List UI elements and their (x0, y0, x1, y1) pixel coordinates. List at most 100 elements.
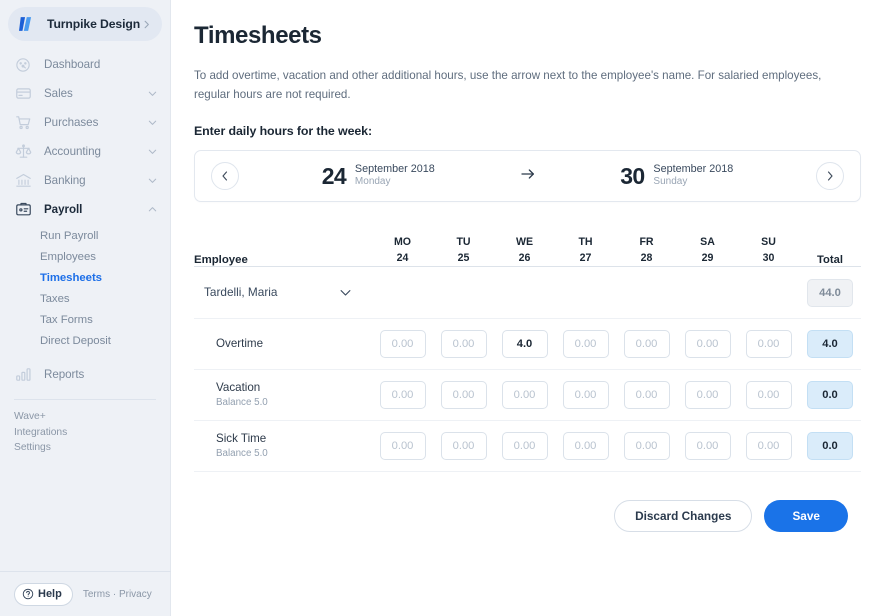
employee-total-value: 44.0 (807, 278, 853, 307)
row-label-cell: Sick Time Balance 5.0 (194, 420, 372, 472)
sidebar-item-accounting[interactable]: Accounting (0, 137, 170, 166)
hours-cell-sa (677, 318, 738, 370)
sidebar-item-payroll[interactable]: Payroll (0, 195, 170, 224)
hours-cell-tu (433, 369, 494, 421)
timesheet-row-sick-time: Sick Time Balance 5.0 0.0 (194, 420, 861, 472)
hours-input-overtime-sa[interactable] (684, 330, 731, 358)
hours-input-vacation-we[interactable] (501, 381, 548, 409)
hours-input-vacation-mo[interactable] (379, 381, 426, 409)
hours-input-vacation-tu[interactable] (440, 381, 487, 409)
hours-input-overtime-we[interactable] (501, 330, 548, 358)
row-label: Sick Time (216, 432, 267, 445)
hours-input-overtime-tu[interactable] (440, 330, 487, 358)
chevron-down-icon[interactable] (338, 285, 353, 300)
save-button[interactable]: Save (764, 500, 848, 532)
hours-input-overtime-mo[interactable] (379, 330, 426, 358)
hours-input-vacation-th[interactable] (562, 381, 609, 409)
brand-switcher[interactable]: Turnpike Design (8, 7, 162, 41)
hours-cell-we (494, 318, 555, 370)
hours-input-sick-th[interactable] (562, 432, 609, 460)
hours-cell-we (494, 369, 555, 421)
day-name: TH (578, 236, 593, 248)
sidebar-label: Dashboard (44, 58, 101, 71)
chevron-down-icon[interactable] (147, 88, 158, 99)
help-button[interactable]: Help (14, 582, 73, 606)
hours-input-vacation-fr[interactable] (623, 381, 670, 409)
hours-input-vacation-su[interactable] (745, 381, 792, 409)
sidebar-item-tax-forms[interactable]: Tax Forms (0, 309, 170, 330)
sidebar-item-run-payroll[interactable]: Run Payroll (0, 225, 170, 246)
sidebar-item-dashboard[interactable]: Dashboard (0, 50, 170, 79)
sidebar-item-reports[interactable]: Reports (0, 360, 170, 389)
app-root: Turnpike Design Dashboard Sales Purchase… (0, 0, 879, 616)
row-label: Overtime (216, 337, 264, 350)
hours-input-overtime-fr[interactable] (623, 330, 670, 358)
hours-input-sick-sa[interactable] (684, 432, 731, 460)
page-description: To add overtime, vacation and other addi… (194, 69, 822, 101)
hours-cell-fr (616, 420, 677, 472)
hours-cell-fr (616, 369, 677, 421)
column-header-employee: Employee (194, 234, 372, 267)
day-name: FR (639, 236, 654, 248)
hours-input-sick-mo[interactable] (379, 432, 426, 460)
hours-cell-mo (372, 318, 433, 370)
hours-input-sick-tu[interactable] (440, 432, 487, 460)
main-content: Timesheets To add overtime, vacation and… (171, 0, 879, 616)
employee-empty-cell-tu (433, 266, 494, 319)
sidebar-item-purchases[interactable]: Purchases (0, 108, 170, 137)
question-circle-icon (22, 588, 34, 600)
chevron-down-icon[interactable] (147, 146, 158, 157)
timesheet-table: Employee MO 24 TU 25 WE 26 TH 27 FR 28 S… (194, 234, 861, 472)
hours-cell-th (555, 318, 616, 370)
bank-icon (14, 172, 32, 190)
sidebar-item-employees[interactable]: Employees (0, 246, 170, 267)
chevron-up-icon[interactable] (147, 204, 158, 215)
sidebar-item-banking[interactable]: Banking (0, 166, 170, 195)
sidebar-sublabel: Taxes (40, 292, 70, 305)
day-name: SA (700, 236, 715, 248)
terms-privacy-link[interactable]: Terms · Privacy (83, 589, 152, 600)
sidebar-sublabel: Tax Forms (40, 313, 93, 326)
employee-name-cell: Tardelli, Maria (194, 266, 372, 319)
hours-cell-sa (677, 369, 738, 421)
arrow-right-icon (518, 166, 538, 187)
employee-empty-cell-sa (677, 266, 738, 319)
sidebar-sublabel: Timesheets (40, 271, 102, 284)
sidebar-sublabel: Direct Deposit (40, 334, 111, 347)
hours-input-sick-su[interactable] (745, 432, 792, 460)
hours-cell-th (555, 420, 616, 472)
next-week-button[interactable] (816, 162, 844, 190)
sidebar-item-settings[interactable]: Settings (14, 440, 170, 456)
hours-input-overtime-su[interactable] (745, 330, 792, 358)
sidebar-item-direct-deposit[interactable]: Direct Deposit (0, 330, 170, 351)
dashboard-gauge-icon (14, 56, 32, 74)
hours-input-overtime-th[interactable] (562, 330, 609, 358)
column-header-fr: FR 28 (616, 234, 677, 267)
sidebar-item-integrations[interactable]: Integrations (14, 425, 170, 441)
sidebar-item-timesheets[interactable]: Timesheets (0, 267, 170, 288)
hours-cell-mo (372, 369, 433, 421)
sidebar-label: Banking (44, 174, 86, 187)
sidebar-item-sales[interactable]: Sales (0, 79, 170, 108)
sidebar-item-wave-plus[interactable]: Wave+ (14, 409, 170, 425)
row-total-vacation: 0.0 (807, 381, 853, 409)
row-label-cell: Vacation Balance 5.0 (194, 369, 372, 421)
sidebar-item-taxes[interactable]: Taxes (0, 288, 170, 309)
hours-input-vacation-sa[interactable] (684, 381, 731, 409)
hours-input-sick-we[interactable] (501, 432, 548, 460)
hours-input-sick-fr[interactable] (623, 432, 670, 460)
section-title: Enter daily hours for the week: (194, 124, 372, 138)
wave-logo-icon (19, 16, 38, 32)
day-number: 29 (701, 252, 714, 264)
payroll-badge-icon (14, 201, 32, 219)
week-start-month: September 2018 (354, 163, 435, 175)
previous-week-button[interactable] (211, 162, 239, 190)
discard-changes-button[interactable]: Discard Changes (614, 500, 753, 532)
employee-name: Tardelli, Maria (204, 285, 278, 300)
help-label: Help (38, 588, 62, 600)
day-number: 27 (579, 252, 592, 264)
chevron-down-icon[interactable] (147, 175, 158, 186)
chevron-down-icon[interactable] (147, 117, 158, 128)
table-body: Tardelli, Maria 44.0 Overtime 0.00 0.00 … (194, 266, 861, 472)
